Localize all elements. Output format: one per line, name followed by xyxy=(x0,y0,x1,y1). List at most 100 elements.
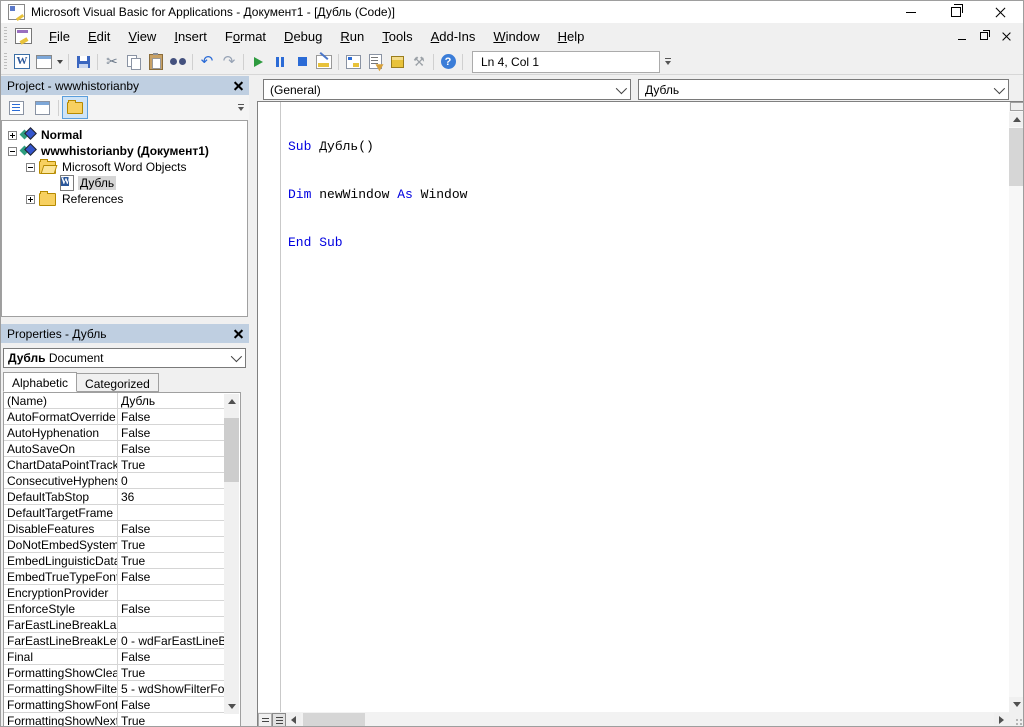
project-toolbar-options-button[interactable] xyxy=(235,98,247,118)
tab-alphabetic[interactable]: Alphabetic xyxy=(3,372,77,392)
code-editor[interactable]: Sub Дубль() Dim newWindow As Window End … xyxy=(257,101,1024,727)
resize-grip[interactable] xyxy=(1009,712,1024,727)
tree-item-label[interactable]: References xyxy=(60,192,125,206)
property-value[interactable]: False xyxy=(118,649,224,664)
scroll-left-button[interactable] xyxy=(286,713,301,727)
menu-item[interactable]: Format xyxy=(216,25,275,48)
property-value[interactable]: 0 xyxy=(118,473,224,488)
copy-button[interactable] xyxy=(123,51,145,73)
properties-panel-close-button[interactable] xyxy=(230,326,246,341)
toolbox-button[interactable]: ⚒ xyxy=(408,51,430,73)
properties-window-button[interactable] xyxy=(364,51,386,73)
toolbar-grip[interactable] xyxy=(4,53,7,71)
code-margin[interactable] xyxy=(258,102,281,712)
object-selector-dropdown[interactable]: Дубль Document xyxy=(3,348,246,368)
property-value[interactable]: False xyxy=(118,425,224,440)
code-horizontal-scrollbar[interactable] xyxy=(258,712,1009,727)
tree-item-normal[interactable]: Normal xyxy=(2,127,247,143)
redo-button[interactable]: ↷ xyxy=(218,51,240,73)
design-mode-button[interactable] xyxy=(313,51,335,73)
menu-item[interactable]: Window xyxy=(484,25,548,48)
tree-item-label[interactable]: wwwhistorianby (Документ1) xyxy=(39,144,211,158)
property-row[interactable]: EmbedTrueTypeFonts False xyxy=(4,569,224,585)
tree-item-module[interactable]: Дубль xyxy=(2,175,247,191)
property-value[interactable]: 5 - wdShowFilterForm xyxy=(118,681,224,696)
property-row[interactable]: DisableFeatures False xyxy=(4,521,224,537)
menu-item[interactable]: Add-Ins xyxy=(422,25,485,48)
property-row[interactable]: EmbedLinguisticData True xyxy=(4,553,224,569)
full-module-view-button[interactable] xyxy=(272,713,286,727)
code-line-2[interactable]: Dim newWindow As Window xyxy=(288,187,467,203)
code-window-icon[interactable] xyxy=(15,28,32,44)
menu-item[interactable]: Help xyxy=(549,25,594,48)
property-row[interactable]: AutoSaveOn False xyxy=(4,441,224,457)
property-row[interactable]: ConsecutiveHyphensLimit 0 xyxy=(4,473,224,489)
menu-item[interactable]: Edit xyxy=(79,25,119,48)
child-minimize-button[interactable] xyxy=(951,27,973,45)
scrollbar-thumb[interactable] xyxy=(224,418,239,482)
property-row[interactable]: Final False xyxy=(4,649,224,665)
restore-button[interactable] xyxy=(933,1,978,23)
scroll-up-button[interactable] xyxy=(1009,112,1024,127)
menu-item[interactable]: File xyxy=(40,25,79,48)
project-panel-close-button[interactable] xyxy=(230,78,246,93)
view-microsoft-word-button[interactable]: W xyxy=(11,51,33,73)
scrollbar-thumb[interactable] xyxy=(303,713,365,727)
procedure-view-button[interactable] xyxy=(258,713,272,727)
save-button[interactable] xyxy=(72,51,94,73)
property-value[interactable]: False xyxy=(118,569,224,584)
menubar-grip[interactable] xyxy=(4,27,7,45)
scroll-up-button[interactable] xyxy=(224,394,239,409)
view-object-button[interactable] xyxy=(29,96,55,119)
expand-icon[interactable] xyxy=(26,195,35,204)
insert-userform-button[interactable] xyxy=(33,51,55,73)
break-button[interactable] xyxy=(269,51,291,73)
close-button[interactable] xyxy=(978,1,1023,23)
code-vertical-scrollbar[interactable] xyxy=(1009,102,1024,712)
toolbar-options-button[interactable] xyxy=(662,52,674,72)
procedure-dropdown[interactable]: Дубль xyxy=(638,79,1009,100)
tree-item-label[interactable]: Microsoft Word Objects xyxy=(60,160,188,174)
property-row[interactable]: FormattingShowNextLevel True xyxy=(4,713,224,727)
tree-item-label-selected[interactable]: Дубль xyxy=(78,176,116,190)
reset-button[interactable] xyxy=(291,51,313,73)
property-row[interactable]: EnforceStyle False xyxy=(4,601,224,617)
property-row[interactable]: ChartDataPointTrack True xyxy=(4,457,224,473)
insert-object-dropdown[interactable] xyxy=(55,51,65,73)
property-value[interactable]: False xyxy=(118,697,224,712)
undo-button[interactable]: ↶ xyxy=(196,51,218,73)
scroll-right-button[interactable] xyxy=(994,713,1009,727)
scroll-down-button[interactable] xyxy=(224,699,239,714)
property-row[interactable]: DefaultTabStop 36 xyxy=(4,489,224,505)
property-value[interactable] xyxy=(118,585,224,600)
property-row[interactable]: DefaultTargetFrame xyxy=(4,505,224,521)
property-value[interactable]: False xyxy=(118,441,224,456)
property-row[interactable]: (Name) Дубль xyxy=(4,393,224,409)
tree-item-references[interactable]: References xyxy=(2,191,247,207)
run-sub-button[interactable] xyxy=(247,51,269,73)
tree-item-label[interactable]: Normal xyxy=(39,128,84,142)
scroll-down-button[interactable] xyxy=(1009,697,1024,712)
project-explorer-button[interactable] xyxy=(342,51,364,73)
project-tree[interactable]: Normal wwwhistorianby (Документ1) Micros… xyxy=(1,120,248,317)
collapse-icon[interactable] xyxy=(8,147,17,156)
code-line-3[interactable]: End Sub xyxy=(288,235,467,251)
tree-item-word-objects[interactable]: Microsoft Word Objects xyxy=(2,159,247,175)
minimize-button[interactable] xyxy=(888,1,933,23)
object-browser-button[interactable] xyxy=(386,51,408,73)
child-close-button[interactable] xyxy=(995,27,1017,45)
property-value[interactable]: False xyxy=(118,409,224,424)
find-button[interactable] xyxy=(167,51,189,73)
code-text[interactable]: Sub Дубль() Dim newWindow As Window End … xyxy=(288,107,467,283)
menu-item[interactable]: View xyxy=(119,25,165,48)
property-value[interactable]: 0 - wdFarEastLineBre xyxy=(118,633,224,648)
property-row[interactable]: FormattingShowFilter 5 - wdShowFilterFor… xyxy=(4,681,224,697)
property-row[interactable]: FormattingShowFont False xyxy=(4,697,224,713)
object-dropdown[interactable]: (General) xyxy=(263,79,631,100)
properties-scrollbar[interactable] xyxy=(224,394,239,714)
view-code-button[interactable] xyxy=(3,96,29,119)
property-value[interactable]: True xyxy=(118,537,224,552)
split-handle[interactable] xyxy=(1010,102,1024,111)
property-row[interactable]: FormattingShowClear True xyxy=(4,665,224,681)
properties-panel-titlebar[interactable]: Properties - Дубль xyxy=(1,324,249,343)
